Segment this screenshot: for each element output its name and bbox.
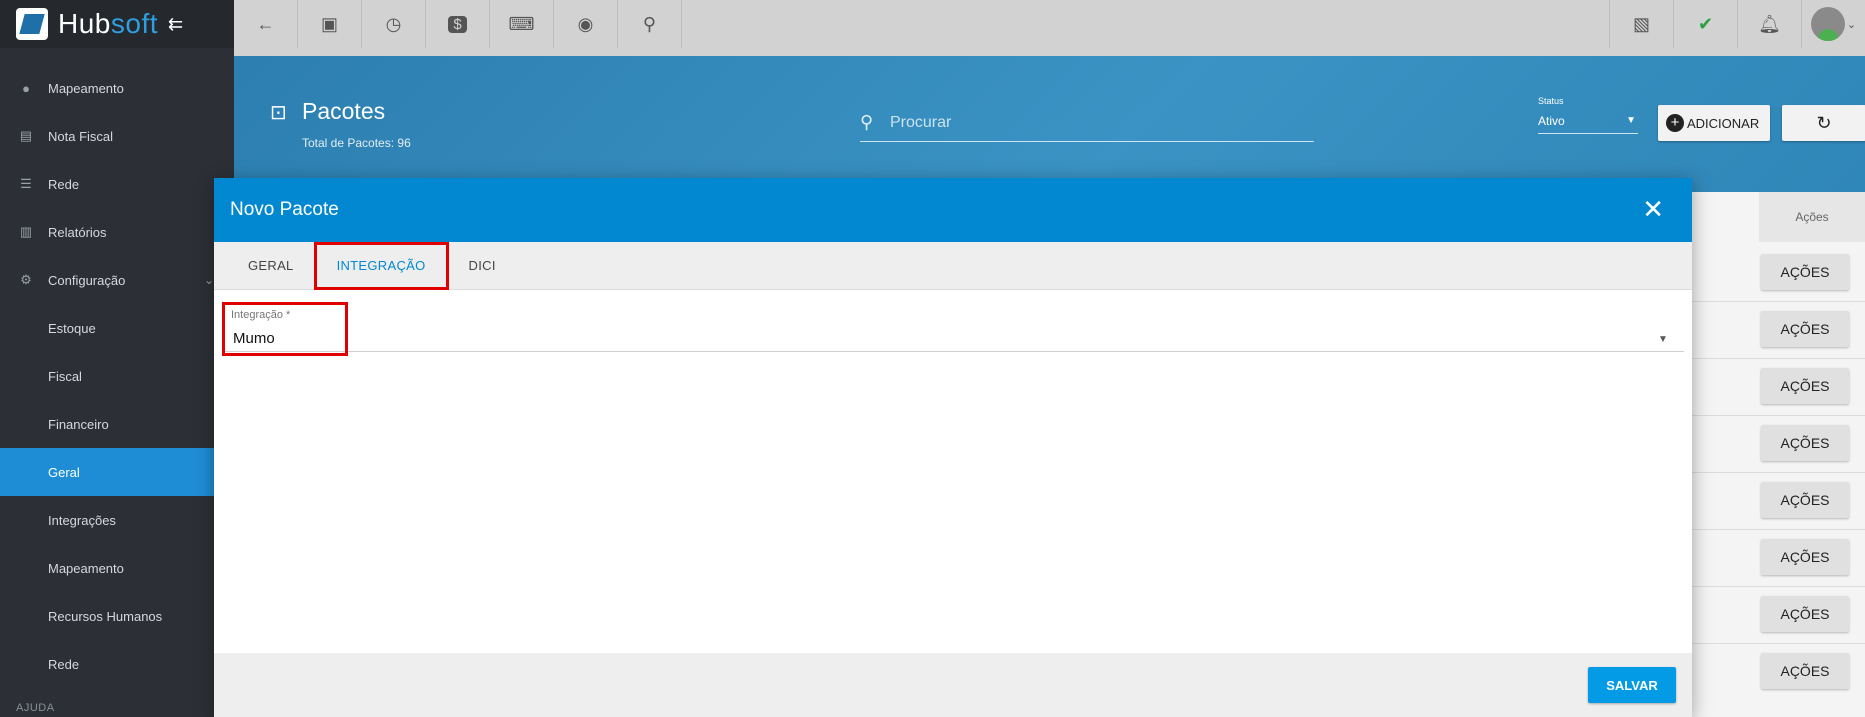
sidebar-item-rede[interactable]: ☰ Rede [0,160,234,208]
sidebar-subitem-recursos-humanos[interactable]: Recursos Humanos [0,592,234,640]
row-divider [1692,643,1865,644]
integration-label: Integração * [231,309,291,321]
tab-dici[interactable]: DICI [449,242,516,290]
gear-icon: ⚙ [20,272,32,287]
status-label: Status [1538,96,1564,106]
row-divider [1692,529,1865,530]
search-input[interactable] [890,108,1310,138]
new-package-dialog: Novo Pacote ✕ GERAL INTEGRAÇÃO DICI Inte… [214,178,1692,717]
billing-button[interactable]: $ [426,0,490,48]
dropdown-arrow-icon[interactable]: ▼ [1658,334,1668,345]
refresh-button[interactable]: ↻ [1782,105,1865,141]
tab-geral[interactable]: GERAL [214,242,314,290]
package-count: Total de Pacotes: 96 [302,136,411,150]
row-divider [1692,301,1865,302]
packages-icon: ⊡ [270,102,287,124]
actions-button[interactable]: AÇÕES [1761,482,1849,518]
actions-button[interactable]: AÇÕES [1761,539,1849,575]
view-button[interactable]: ◉ [554,0,618,48]
contact-card-icon: ▣ [320,13,338,34]
page-title: Pacotes [302,98,386,124]
contacts-button[interactable]: ▣ [298,0,362,48]
back-button[interactable]: ← [234,0,298,48]
dialog-tabs: GERAL INTEGRAÇÃO DICI [214,242,1692,290]
search-icon: ⚲ [860,112,874,132]
dialog-title: Novo Pacote [230,199,339,220]
dialog-header: Novo Pacote ✕ [214,178,1692,242]
row-divider [1692,415,1865,416]
document-icon: ▤ [19,128,33,143]
dropdown-arrow-icon: ▼ [1626,115,1636,126]
actions-button[interactable]: AÇÕES [1761,368,1849,404]
terminal-icon: ⌨ [508,13,535,34]
tab-integracao[interactable]: INTEGRAÇÃO [313,242,449,290]
notifications-button[interactable]: 🔔︎ [1737,0,1801,48]
tasks-button[interactable]: ✔ [1673,0,1737,48]
sidebar-item-relatorios[interactable]: ▥ Relatórios [0,208,234,256]
integration-value: Mumo [233,330,275,347]
save-button[interactable]: SALVAR [1588,667,1676,703]
eye-icon: ◉ [577,13,594,34]
close-icon[interactable]: ✕ [1642,196,1664,222]
search-box: ⚲ [860,108,1314,142]
server-icon: ☰ [20,176,32,191]
sidebar-subitem-rede[interactable]: Rede [0,640,234,688]
row-divider [1692,586,1865,587]
sidebar-subitem-geral[interactable]: Geral [0,448,234,496]
search-button[interactable]: ⚲ [618,0,682,48]
row-divider [1692,472,1865,473]
actions-button[interactable]: AÇÕES [1761,596,1849,632]
refresh-icon: ↻ [1816,112,1832,133]
add-button[interactable]: + ADICIONAR [1658,105,1770,141]
sidebar-subitem-fiscal[interactable]: Fiscal [0,352,234,400]
sidebar: Hubsoft ⇇ ● Mapeamento ▤ Nota Fiscal ☰ Rede… [0,0,234,717]
terminal-button[interactable]: ⌨ [490,0,554,48]
bell-icon: 🔔︎ [1758,13,1781,34]
plus-circle-icon: + [1666,114,1684,132]
report-icon: ▥ [19,224,33,239]
page-header: ⊡ Pacotes Total de Pacotes: 96 ⚲ Status … [234,56,1865,192]
collapse-sidebar-icon[interactable]: ⇇ [168,14,183,35]
sidebar-subitem-estoque[interactable]: Estoque [0,304,234,352]
pdf-icon: ▧ [1632,13,1650,34]
actions-button[interactable]: AÇÕES [1761,425,1849,461]
integration-select[interactable] [222,302,1684,352]
sidebar-subitem-financeiro[interactable]: Financeiro [0,400,234,448]
sidebar-subitem-integracoes[interactable]: Integrações [0,496,234,544]
arrow-left-icon: ← [256,13,275,34]
status-select[interactable]: Ativo ▼ [1538,110,1638,134]
map-pin-icon: ● [22,80,30,96]
search-icon: ⚲ [642,13,657,34]
sidebar-section-ajuda: AJUDA [16,702,55,714]
brand-name: Hubsoft [58,8,159,39]
actions-button[interactable]: AÇÕES [1761,254,1849,290]
dialog-footer: SALVAR [214,653,1692,717]
check-message-icon: ✔ [1697,13,1714,34]
chevron-down-icon: ⌄ [1846,18,1857,31]
sidebar-item-configuracao[interactable]: ⚙ Configuração ⌄ [0,256,234,304]
actions-button[interactable]: AÇÕES [1761,653,1849,689]
sidebar-subitem-mapeamento[interactable]: Mapeamento [0,544,234,592]
topbar: ← ▣ ◷ $ ⌨ ◉ ⚲ ▧ ✔ 🔔︎ ⌄ [234,0,1865,56]
actions-column-header: Ações [1759,192,1865,242]
row-divider [1692,358,1865,359]
calendar-clock-icon: ◷ [385,13,402,34]
sidebar-item-mapeamento[interactable]: ● Mapeamento [0,64,234,112]
pdf-button[interactable]: ▧ [1609,0,1673,48]
schedule-button[interactable]: ◷ [362,0,426,48]
hubsoft-logo [16,8,48,40]
user-menu-button[interactable]: ⌄ [1801,0,1865,48]
chevron-down-icon: ⌄ [203,273,214,287]
sidebar-item-nota-fiscal[interactable]: ▤ Nota Fiscal [0,112,234,160]
brand: Hubsoft ⇇ [0,0,234,48]
avatar [1810,7,1845,41]
dollar-icon: $ [448,15,467,33]
actions-button[interactable]: AÇÕES [1761,311,1849,347]
